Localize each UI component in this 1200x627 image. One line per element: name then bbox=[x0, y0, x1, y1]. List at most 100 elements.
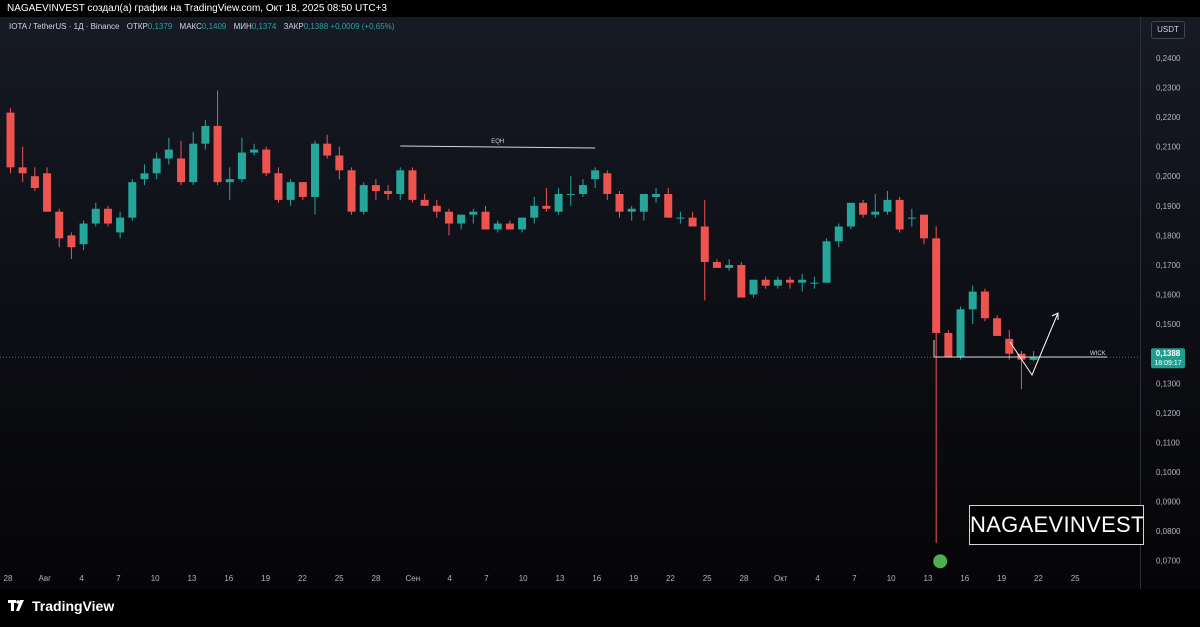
candle-body bbox=[932, 238, 941, 333]
time-tick-label: 22 bbox=[666, 574, 675, 583]
candle-body bbox=[43, 173, 52, 212]
time-tick-label: 25 bbox=[1071, 574, 1080, 583]
currency-button[interactable]: USDT bbox=[1151, 21, 1185, 39]
candle-body bbox=[566, 193, 575, 195]
candle-body bbox=[554, 193, 563, 212]
time-tick-label: 28 bbox=[4, 574, 13, 583]
time-tick-label: 16 bbox=[592, 574, 601, 583]
candle-body bbox=[311, 143, 319, 197]
time-tick-label: 25 bbox=[335, 574, 344, 583]
time-tick-label: 25 bbox=[703, 574, 712, 583]
candle-body bbox=[396, 170, 405, 194]
candle-body bbox=[335, 155, 344, 171]
candle-body bbox=[116, 217, 125, 233]
open-label: ОТКР bbox=[126, 22, 148, 31]
candle-body bbox=[603, 173, 612, 194]
candle-body bbox=[786, 279, 795, 283]
tradingview-logo[interactable]: TradingView bbox=[8, 598, 114, 614]
candle-body bbox=[871, 211, 880, 215]
candle-body bbox=[164, 149, 173, 159]
time-tick-label: 7 bbox=[484, 574, 489, 583]
candle-body bbox=[578, 185, 587, 194]
current-price-value: 0,1388 bbox=[1156, 349, 1181, 358]
candle-body bbox=[859, 202, 868, 215]
candle-body bbox=[152, 158, 161, 174]
price-tick-label: 0,1700 bbox=[1156, 261, 1181, 270]
candle-body bbox=[700, 226, 709, 262]
wick-label: WICK bbox=[1090, 351, 1106, 357]
candle-body bbox=[737, 264, 746, 298]
symbol-legend: IOTA / TetherUS · 1Д · Binance ОТКР 0,137… bbox=[9, 22, 394, 31]
signal-marker-icon bbox=[933, 554, 948, 569]
footer-bar: TradingView bbox=[0, 589, 1200, 627]
candle-body bbox=[798, 279, 807, 283]
time-tick-label: 13 bbox=[924, 574, 933, 583]
time-tick-label: 19 bbox=[261, 574, 270, 583]
candle-body bbox=[834, 226, 843, 242]
time-tick-label: 13 bbox=[188, 574, 197, 583]
candle-body bbox=[530, 205, 539, 218]
candle-body bbox=[420, 199, 429, 206]
change-value: +0,0009 (+0,65%) bbox=[330, 22, 395, 31]
price-tick-label: 0,2200 bbox=[1156, 113, 1181, 122]
time-tick-label: 4 bbox=[815, 574, 820, 583]
candle-body bbox=[773, 279, 782, 286]
time-tick-label: 28 bbox=[740, 574, 749, 583]
countdown-timer: 18:09:17 bbox=[1154, 360, 1181, 367]
time-tick-label: Авг bbox=[39, 574, 52, 583]
candle-body bbox=[761, 279, 770, 286]
time-tick-label: 10 bbox=[887, 574, 896, 583]
chart-panel[interactable]: 0,0700 0,0800 0,0900 0,1000 0,1100 0,1200 0,13… bbox=[0, 17, 1200, 589]
tradingview-logo-icon bbox=[8, 600, 24, 611]
time-tick-label: Окт bbox=[774, 574, 788, 583]
price-tick-label: 0,2300 bbox=[1156, 83, 1181, 92]
time-tick-label: 28 bbox=[372, 574, 381, 583]
price-tick-label: 0,1600 bbox=[1156, 291, 1181, 300]
time-tick-label: 10 bbox=[519, 574, 528, 583]
price-tick-label: 0,0900 bbox=[1156, 498, 1181, 507]
low-value: 0,1374 bbox=[251, 22, 277, 31]
price-tick-label: 0,1000 bbox=[1156, 468, 1181, 477]
tradingview-logo-text: TradingView bbox=[32, 598, 115, 614]
candle-body bbox=[6, 112, 15, 168]
high-label: МАКС bbox=[179, 22, 202, 31]
candlestick-chart[interactable]: 0,0700 0,0800 0,0900 0,1000 0,1100 0,1200 0,13… bbox=[0, 17, 1200, 589]
candle-body bbox=[225, 179, 234, 183]
candle-body bbox=[993, 318, 1002, 336]
candle-body bbox=[944, 332, 953, 357]
candle-body bbox=[883, 199, 892, 212]
candle-body bbox=[298, 182, 307, 197]
candle-body bbox=[384, 191, 393, 194]
candle-body bbox=[639, 193, 648, 212]
price-tick-label: 0,1900 bbox=[1156, 202, 1181, 211]
candle-body bbox=[262, 149, 271, 174]
candle-body bbox=[688, 217, 697, 227]
symbol-name[interactable]: IOTA / TetherUS · 1Д · Binance bbox=[9, 22, 120, 31]
time-tick-label: 10 bbox=[151, 574, 160, 583]
candle-body bbox=[652, 193, 661, 197]
price-tick-label: 0,0800 bbox=[1156, 527, 1181, 536]
time-tick-label: 22 bbox=[1034, 574, 1043, 583]
price-tick-label: 0,2100 bbox=[1156, 143, 1181, 152]
candle-body bbox=[359, 185, 368, 212]
price-tick-label: 0,1300 bbox=[1156, 379, 1181, 388]
close-label: ЗАКР bbox=[283, 22, 304, 31]
candle-body bbox=[55, 211, 64, 239]
candle-body bbox=[67, 235, 76, 248]
high-value: 0,1409 bbox=[201, 22, 227, 31]
time-tick-label: 19 bbox=[629, 574, 638, 583]
candle-body bbox=[968, 291, 977, 310]
eqh-label: EQH bbox=[491, 139, 504, 145]
candle-body bbox=[91, 208, 100, 224]
candle-body bbox=[469, 211, 478, 215]
time-tick-label: 16 bbox=[224, 574, 233, 583]
time-tick-label: 4 bbox=[79, 574, 84, 583]
candle-body bbox=[615, 193, 624, 212]
candle-body bbox=[493, 223, 502, 230]
price-tick-label: 0,0700 bbox=[1156, 557, 1181, 566]
candle-body bbox=[213, 125, 222, 183]
time-tick-label: 19 bbox=[997, 574, 1006, 583]
candle-body bbox=[907, 217, 916, 219]
candle-body bbox=[140, 173, 149, 180]
candle-body bbox=[323, 143, 332, 156]
